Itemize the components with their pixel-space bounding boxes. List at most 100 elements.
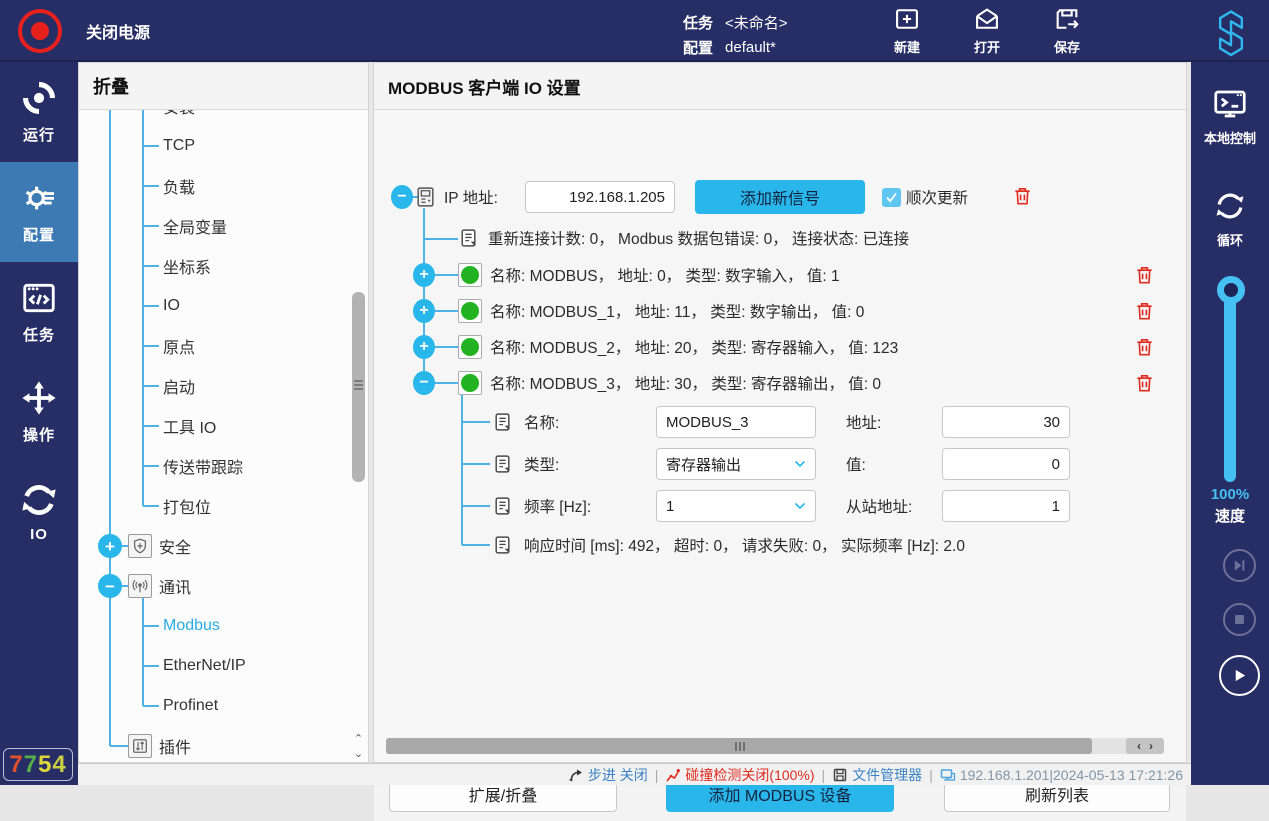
- device-icon: [414, 186, 437, 209]
- tree-item-坐标系[interactable]: 坐标系: [163, 254, 211, 278]
- play-button[interactable]: [1219, 655, 1260, 696]
- config-label: 配置: [683, 37, 713, 58]
- sidebar-item-配置[interactable]: 配置: [0, 162, 78, 262]
- power-off-button[interactable]: 关闭电源: [18, 9, 150, 53]
- topbar-action-label: 新建: [894, 37, 920, 56]
- task-label: 任务: [683, 12, 713, 33]
- tree-scrollbar[interactable]: ⌃ ⌄: [352, 110, 365, 762]
- tree-item-通讯[interactable]: 通讯: [159, 574, 191, 598]
- signal-expander-plus-icon[interactable]: +: [413, 335, 435, 359]
- signal-row-text[interactable]: 名称: MODBUS_2， 地址: 20， 类型: 寄存器输入， 值: 123: [490, 336, 898, 358]
- signal-row-text[interactable]: 名称: MODBUS， 地址: 0， 类型: 数字输入， 值: 1: [490, 264, 840, 286]
- tree-item-工具 IO[interactable]: 工具 IO: [163, 414, 216, 438]
- tree-item-TCP[interactable]: TCP: [163, 137, 195, 155]
- tree-expander-plus-icon[interactable]: +: [98, 534, 122, 558]
- signal-row-text[interactable]: 名称: MODBUS_3， 地址: 30， 类型: 寄存器输出， 值: 0: [490, 372, 881, 394]
- add-signal-button[interactable]: 添加新信号: [695, 180, 865, 214]
- scroll-right-icon[interactable]: ›: [1149, 740, 1153, 752]
- statusbar-item-label: 碰撞检测关闭(100%): [685, 765, 814, 785]
- topbar-action-label: 打开: [974, 37, 1000, 56]
- delete-signal-icon[interactable]: [1134, 301, 1155, 322]
- tree-item-传送带跟踪[interactable]: 传送带跟踪: [163, 454, 243, 478]
- ip-address-input[interactable]: 192.168.1.205: [525, 181, 675, 213]
- sidebar-item-IO[interactable]: IO: [0, 462, 78, 562]
- statusbar-separator: |: [822, 767, 826, 783]
- tree-item-安装[interactable]: 安装: [163, 110, 195, 118]
- rightbar-item-本地控制[interactable]: 本地控制: [1191, 86, 1269, 147]
- rightbar-item-label: 本地控制: [1204, 128, 1256, 147]
- delete-signal-icon[interactable]: [1134, 265, 1155, 286]
- signal-expander-plus-icon[interactable]: +: [413, 299, 435, 323]
- detail-input2[interactable]: 0: [942, 448, 1070, 480]
- tree-item-全局变量[interactable]: 全局变量: [163, 214, 227, 238]
- scroll-up-icon[interactable]: ⌃: [352, 731, 365, 746]
- settings-icon: [20, 179, 58, 217]
- scroll-down-icon[interactable]: ⌄: [352, 746, 365, 761]
- statusbar-item-1[interactable]: 碰撞检测关闭(100%): [665, 765, 814, 785]
- signal-expander-plus-icon[interactable]: +: [413, 263, 435, 287]
- tree-item-EtherNet/IP[interactable]: EtherNet/IP: [163, 657, 246, 675]
- horizontal-scrollbar-thumb[interactable]: [386, 738, 1092, 754]
- delete-device-icon[interactable]: [1012, 186, 1033, 207]
- detail-label: 名称:: [524, 411, 559, 433]
- detail-input[interactable]: MODBUS_3: [656, 406, 816, 438]
- sidebar-item-label: IO: [30, 526, 48, 543]
- topbar-action-2[interactable]: 保存: [1036, 4, 1098, 56]
- plugin-icon: [131, 737, 149, 755]
- rightbar-item-循环[interactable]: 循环: [1191, 188, 1269, 249]
- skip-next-button[interactable]: [1223, 549, 1256, 582]
- sequential-update-checkbox[interactable]: [882, 188, 901, 207]
- statusbar-separator: |: [655, 767, 659, 783]
- detail-input2[interactable]: 1: [942, 490, 1070, 522]
- task-value: <未命名>: [725, 12, 788, 33]
- tree-item-负载[interactable]: 负载: [163, 174, 195, 198]
- tree-scrollbar-thumb[interactable]: [352, 292, 365, 482]
- sidebar-item-任务[interactable]: 任务: [0, 262, 78, 362]
- detail-select[interactable]: 1: [656, 490, 816, 522]
- detail-input2[interactable]: 30: [942, 406, 1070, 438]
- detail-label2: 地址:: [846, 411, 881, 433]
- task-icon: [20, 279, 58, 317]
- tree-item-Modbus[interactable]: Modbus: [163, 617, 220, 635]
- top-bar: 关闭电源 任务 <未命名> 配置 default* 新建 打开 保存: [0, 0, 1269, 62]
- delete-signal-icon[interactable]: [1134, 337, 1155, 358]
- sidebar-item-操作[interactable]: 操作: [0, 362, 78, 462]
- delete-signal-icon[interactable]: [1134, 373, 1155, 394]
- speed-slider-track[interactable]: [1224, 290, 1236, 482]
- status-doc-icon: [458, 228, 479, 249]
- tree-item-Profinet[interactable]: Profinet: [163, 697, 218, 715]
- left-nav: 运行 配置 任务 操作 IO 7754: [0, 62, 78, 785]
- save-icon: [1052, 5, 1082, 33]
- detail-doc-icon: [492, 535, 513, 556]
- detail-select-value: 1: [666, 498, 674, 515]
- statusbar-item-2[interactable]: 文件管理器: [832, 765, 922, 785]
- tree-item-启动[interactable]: 启动: [163, 374, 195, 398]
- topbar-action-0[interactable]: 新建: [876, 4, 938, 56]
- signal-row-text[interactable]: 名称: MODBUS_1， 地址: 11， 类型: 数字输出， 值: 0: [490, 300, 864, 322]
- tree-item-打包位[interactable]: 打包位: [163, 494, 211, 518]
- tree-expander-minus-icon[interactable]: −: [98, 574, 122, 598]
- topbar-action-label: 保存: [1054, 37, 1080, 56]
- horizontal-scroll-buttons: ‹ ›: [1126, 738, 1164, 754]
- detail-select[interactable]: 寄存器输出: [656, 448, 816, 480]
- stop-button[interactable]: [1223, 603, 1256, 636]
- tree-item-插件[interactable]: 插件: [159, 734, 191, 758]
- speed-slider-knob[interactable]: [1217, 276, 1245, 304]
- statusbar-item-0[interactable]: 步进 关闭: [568, 765, 648, 785]
- detail-doc-icon: [492, 496, 513, 517]
- tree-item-IO[interactable]: IO: [163, 297, 180, 315]
- signal-status-indicator: [458, 335, 482, 359]
- sidebar-item-label: 运行: [23, 124, 55, 145]
- power-icon: [18, 9, 62, 53]
- tree-item-安全[interactable]: 安全: [159, 534, 191, 558]
- tree-item-原点[interactable]: 原点: [163, 334, 195, 358]
- topbar-action-1[interactable]: 打开: [956, 4, 1018, 56]
- sidebar-item-运行[interactable]: 运行: [0, 62, 78, 162]
- tree-item-iconbox: [128, 534, 152, 558]
- device-collapse-toggle[interactable]: −: [391, 185, 413, 209]
- horizontal-scrollbar[interactable]: ‹ ›: [386, 738, 1164, 754]
- signal-expander-minus-icon[interactable]: −: [413, 371, 435, 395]
- scroll-left-icon[interactable]: ‹: [1137, 740, 1141, 752]
- io-icon: [20, 481, 58, 519]
- statusbar-item-3: 192.168.1.201|2024-05-13 17:21:26: [940, 767, 1183, 783]
